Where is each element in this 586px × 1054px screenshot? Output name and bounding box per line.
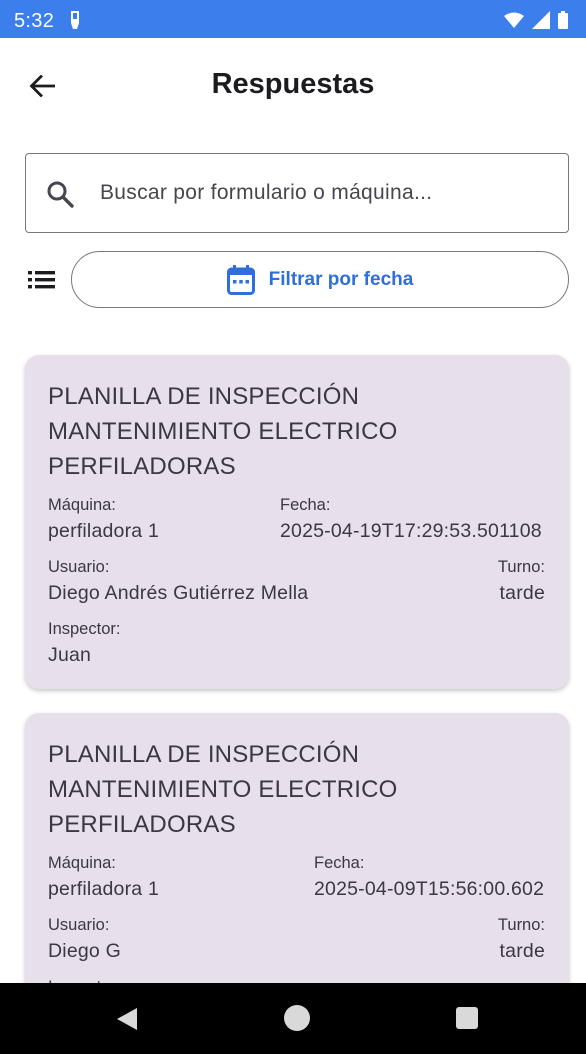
machine-value: perfiladora 1 xyxy=(48,878,160,900)
filter-by-date-label: Filtrar por fecha xyxy=(268,268,414,290)
app-bar: Respuestas xyxy=(0,38,586,130)
date-value: 2025-04-09T15:56:00.602 xyxy=(314,878,545,900)
shift-value: tarde xyxy=(499,582,545,604)
date-label: Fecha: xyxy=(280,496,331,514)
machine-value: perfiladora 1 xyxy=(48,520,160,542)
shift-label: Turno: xyxy=(497,558,545,576)
search-input[interactable] xyxy=(100,154,540,231)
filter-by-date-button[interactable]: Filtrar por fecha xyxy=(71,251,569,308)
cell-signal-icon xyxy=(532,11,550,29)
shift-label: Turno: xyxy=(497,916,545,934)
user-label: Usuario: xyxy=(48,916,110,934)
nav-recents-icon[interactable] xyxy=(456,1007,478,1029)
battery-icon xyxy=(558,11,568,29)
calendar-icon xyxy=(226,264,255,295)
search-field[interactable] xyxy=(25,153,569,233)
inspector-value: Juan xyxy=(48,644,92,666)
status-bar: 5:32 xyxy=(0,0,586,38)
status-time: 5:32 xyxy=(14,10,55,32)
user-value: Diego Andrés Gutiérrez Mella xyxy=(48,582,309,604)
date-label: Fecha: xyxy=(314,854,365,872)
machine-label: Máquina: xyxy=(48,496,116,514)
inspector-label: Inspector: xyxy=(48,620,121,638)
status-icons xyxy=(504,11,568,29)
search-icon xyxy=(47,181,74,208)
user-value: Diego G xyxy=(48,940,121,962)
response-card[interactable]: PLANILLA DE INSPECCIÓN MANTENIMIENTO ELE… xyxy=(25,355,569,689)
sim-card-icon xyxy=(71,11,79,29)
date-value: 2025-04-19T17:29:53.501108 xyxy=(280,520,542,542)
nav-home-icon[interactable] xyxy=(284,1005,310,1031)
user-label: Usuario: xyxy=(48,558,110,576)
system-nav-bar xyxy=(0,983,586,1054)
card-title: PLANILLA DE INSPECCIÓN MANTENIMIENTO ELE… xyxy=(48,383,398,480)
list-view-icon[interactable] xyxy=(26,268,58,292)
shift-value: tarde xyxy=(499,940,545,962)
wifi-icon xyxy=(504,12,524,28)
nav-back-icon[interactable] xyxy=(116,1007,138,1031)
machine-label: Máquina: xyxy=(48,854,116,872)
card-title: PLANILLA DE INSPECCIÓN MANTENIMIENTO ELE… xyxy=(48,741,398,838)
page-title: Respuestas xyxy=(211,68,375,100)
